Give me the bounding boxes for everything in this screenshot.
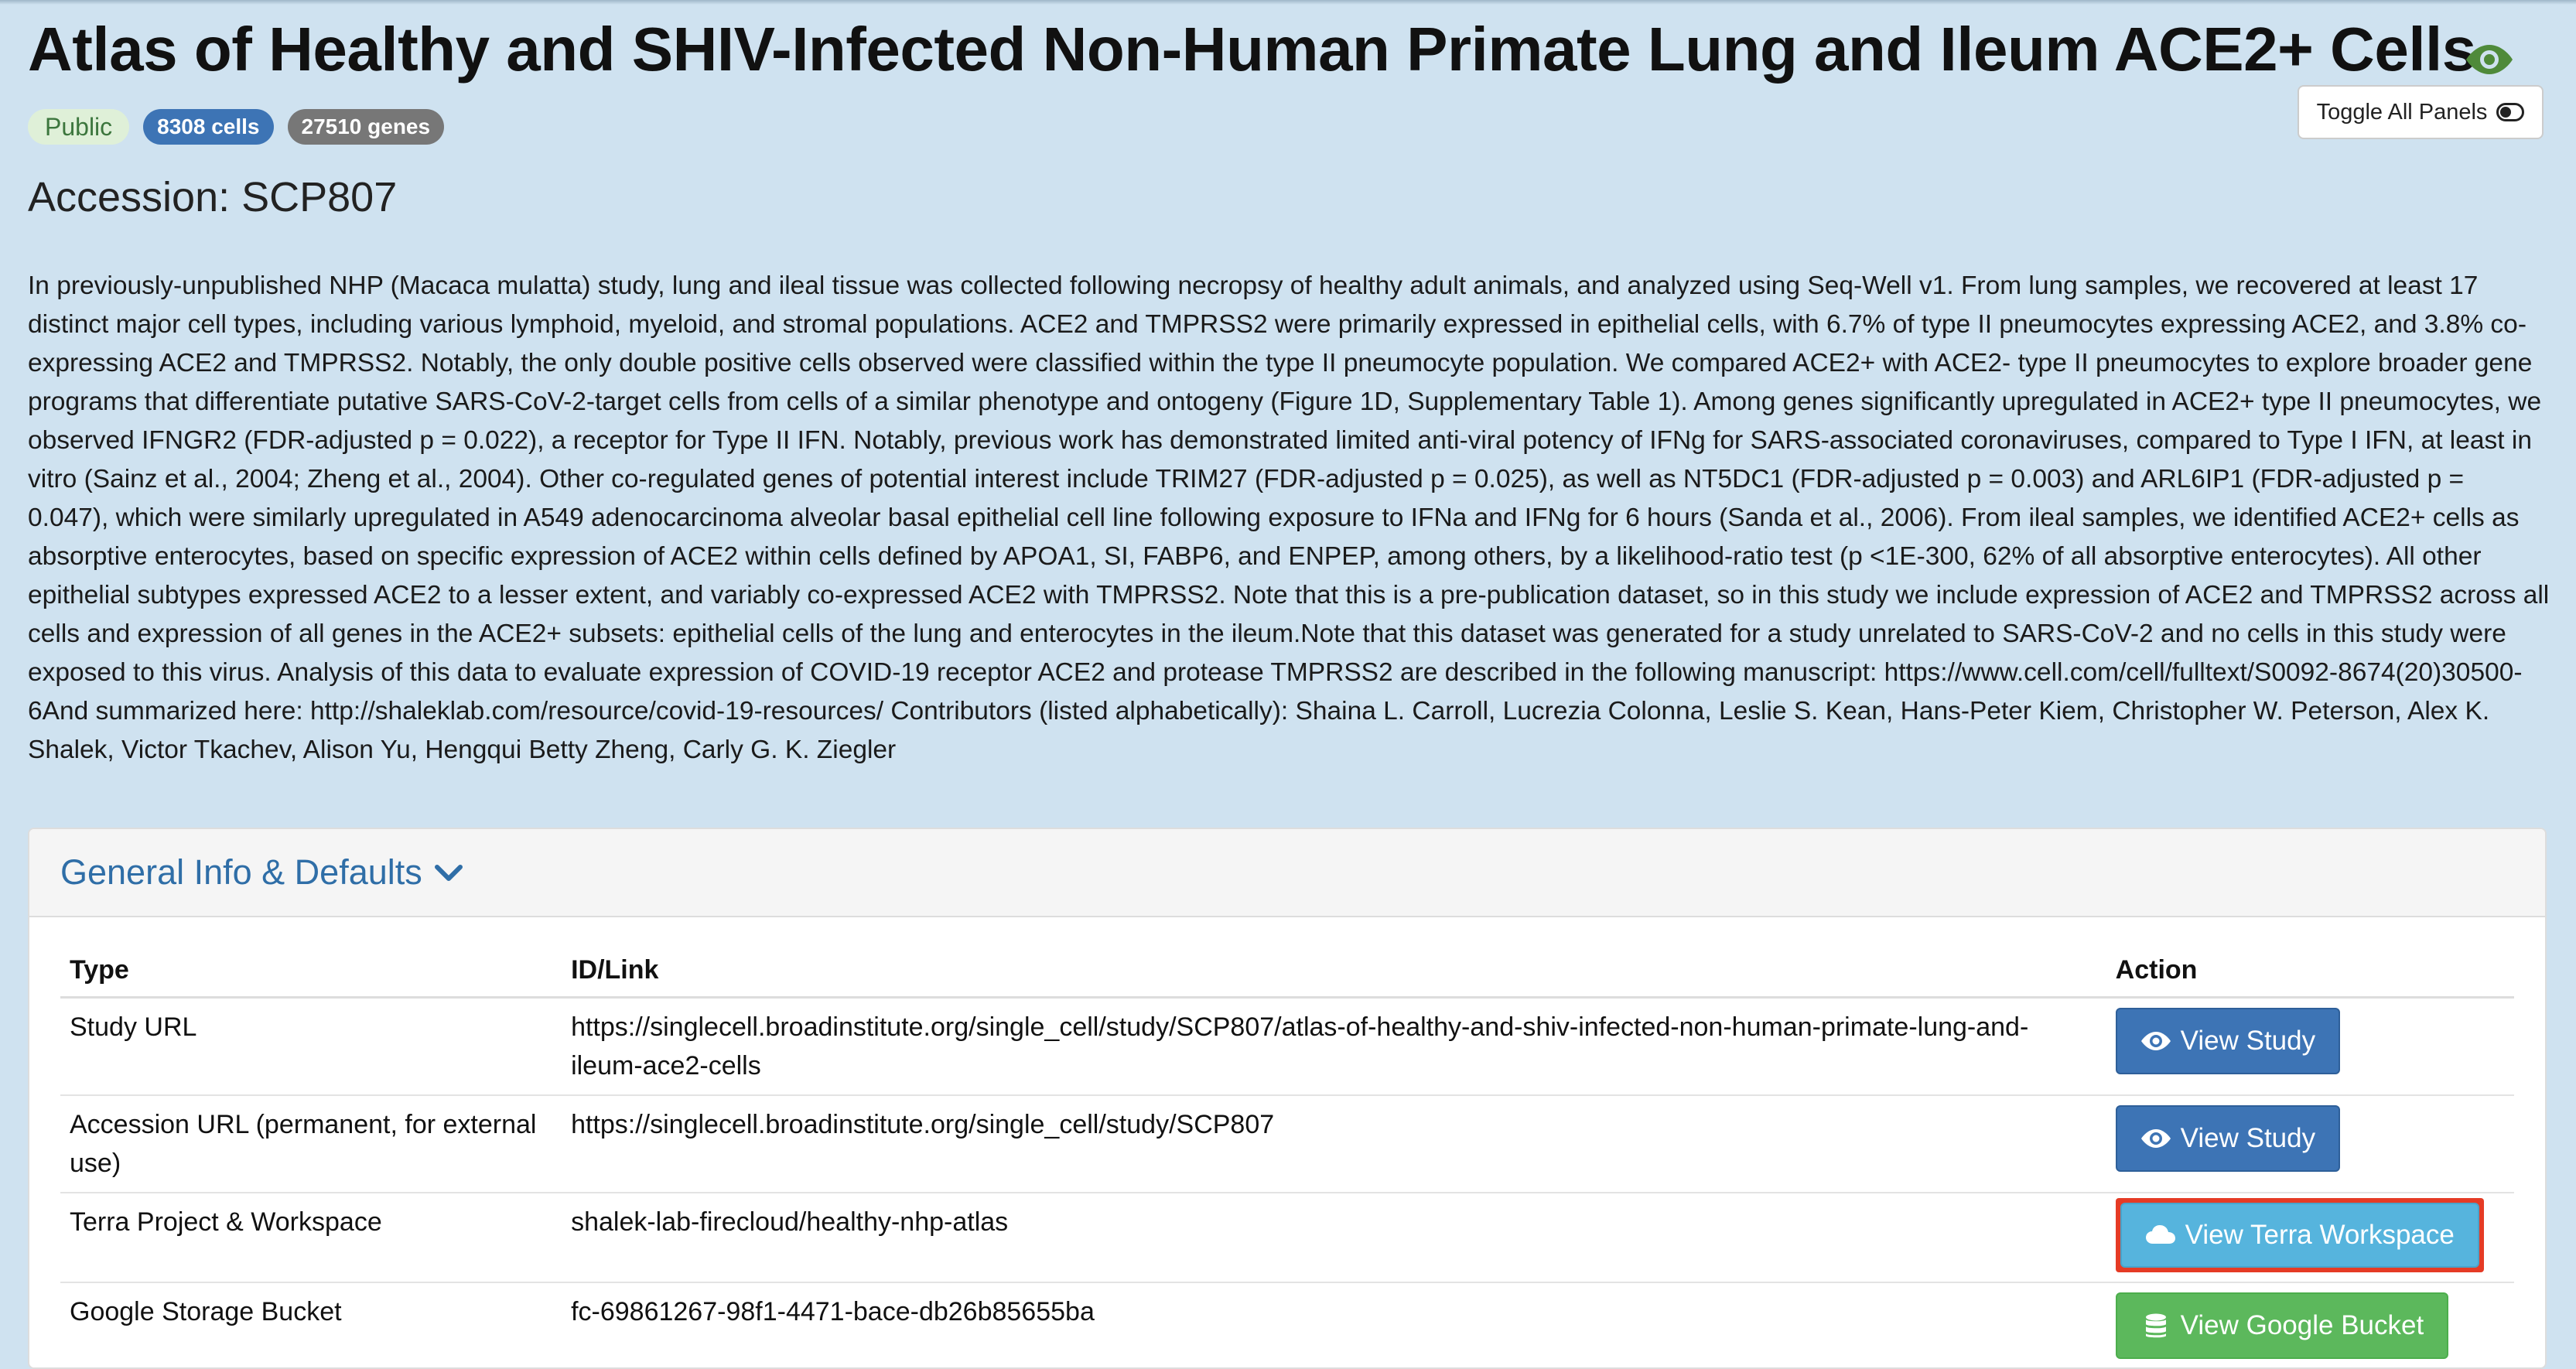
row-type: Google Storage Bucket (60, 1282, 562, 1367)
toggle-switch-icon (2496, 103, 2525, 121)
view-google-bucket-label: View Google Bucket (2180, 1310, 2424, 1340)
row-link: https://singlecell.broadinstitute.org/si… (562, 1094, 2106, 1193)
view-study-label: View Study (2180, 1123, 2316, 1153)
column-header-type: Type (60, 937, 562, 999)
table-row: Study URL https://singlecell.broadinstit… (60, 996, 2514, 1095)
row-action-cell: View Google Bucket (2106, 1282, 2514, 1367)
cells-count-badge: 8308 cells (143, 109, 274, 145)
database-icon (2145, 1313, 2166, 1338)
table-row: Google Storage Bucket fc-69861267-98f1-4… (60, 1282, 2514, 1367)
genes-count-badge: 27510 genes (287, 109, 445, 145)
view-study-accession-button[interactable]: View Study (2115, 1105, 2341, 1172)
chevron-down-icon (434, 865, 463, 881)
view-terra-workspace-label: View Terra Workspace (2185, 1220, 2455, 1250)
view-study-button[interactable]: View Study (2115, 1008, 2341, 1074)
page-title: Atlas of Healthy and SHIV-Infected Non-H… (28, 15, 2476, 84)
table-header-row: Type ID/Link Action (60, 937, 2514, 999)
row-link: https://singlecell.broadinstitute.org/si… (562, 996, 2106, 1095)
panel-heading-toggle[interactable]: General Info & Defaults (29, 829, 2545, 917)
table-row: Accession URL (permanent, for external u… (60, 1094, 2514, 1193)
top-shadow (0, 0, 2576, 5)
row-action-cell: View Terra Workspace (2106, 1192, 2514, 1282)
eye-icon (2140, 1129, 2171, 1148)
column-header-action: Action (2106, 937, 2514, 999)
study-description: In previously-unpublished NHP (Macaca mu… (28, 271, 2550, 764)
view-google-bucket-button[interactable]: View Google Bucket (2115, 1292, 2449, 1359)
accession-heading: Accession: SCP807 (28, 174, 398, 220)
row-type: Study URL (60, 996, 562, 1095)
toggle-all-panels-label: Toggle All Panels (2316, 99, 2488, 125)
study-page: Atlas of Healthy and SHIV-Infected Non-H… (0, 0, 2576, 1369)
eye-icon[interactable] (2465, 40, 2514, 79)
column-header-link: ID/Link (562, 937, 2106, 999)
row-link: fc-69861267-98f1-4471-bace-db26b85655ba (562, 1282, 2106, 1367)
highlight-outline: View Terra Workspace (2115, 1198, 2484, 1272)
row-action-cell: View Study (2106, 996, 2514, 1095)
toggle-all-panels-button[interactable]: Toggle All Panels (2298, 85, 2544, 139)
row-link: shalek-lab-firecloud/healthy-nhp-atlas (562, 1192, 2106, 1282)
general-info-table: Type ID/Link Action Study URL https://si… (60, 937, 2514, 1367)
row-type: Terra Project & Workspace (60, 1192, 562, 1282)
view-study-label: View Study (2180, 1026, 2316, 1056)
row-action-cell: View Study (2106, 1094, 2514, 1193)
view-terra-workspace-button[interactable]: View Terra Workspace (2120, 1203, 2479, 1268)
eye-icon (2140, 1032, 2171, 1050)
cloud-icon (2145, 1225, 2175, 1244)
visibility-badge: Public (28, 109, 130, 145)
row-type: Accession URL (permanent, for external u… (60, 1094, 562, 1193)
table-row: Terra Project & Workspace shalek-lab-fir… (60, 1192, 2514, 1282)
study-badges: Public 8308 cells 27510 genes (28, 108, 445, 145)
general-info-panel: General Info & Defaults Type ID/Link Act… (28, 828, 2547, 1369)
panel-heading-label: General Info & Defaults (60, 852, 422, 892)
